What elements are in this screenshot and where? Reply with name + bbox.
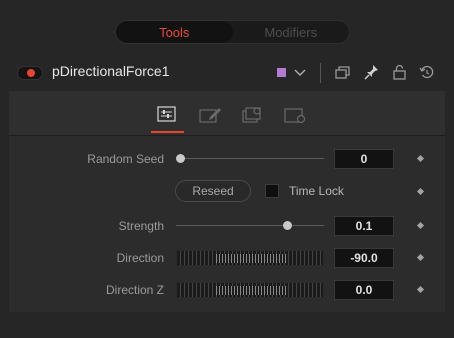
tool-enable-toggle[interactable] (17, 66, 43, 80)
strength-slider[interactable] (176, 225, 324, 226)
subtab-strip (9, 91, 445, 136)
random-seed-knob[interactable] (176, 154, 185, 163)
edit-icon[interactable] (198, 105, 224, 125)
random-seed-slider[interactable] (176, 158, 324, 159)
reset-icon[interactable] (418, 62, 436, 82)
controls-icon[interactable] (156, 105, 178, 123)
strength-label: Strength (118, 219, 164, 233)
reseed-button[interactable]: Reseed (175, 180, 251, 202)
header-divider (320, 63, 321, 83)
chevron-down-icon[interactable] (293, 62, 307, 82)
direction-field[interactable]: -90.0 (334, 248, 394, 268)
thumbwheel-ticks (214, 286, 288, 295)
settings-icon[interactable] (240, 105, 266, 125)
direction-z-field[interactable]: 0.0 (334, 280, 394, 300)
strength-knob[interactable] (283, 221, 292, 230)
pin-icon[interactable] (363, 62, 381, 82)
direction-z-thumbwheel[interactable] (176, 282, 324, 298)
direction-label: Direction (116, 251, 164, 265)
active-subtab-indicator (151, 131, 184, 133)
random-seed-label: Random Seed (87, 152, 164, 166)
copy-icon[interactable] (334, 62, 352, 82)
tool-color-swatch[interactable] (277, 68, 286, 77)
time-lock-label: Time Lock (289, 184, 344, 198)
time-lock-checkbox[interactable] (265, 184, 279, 198)
tab-tools[interactable]: Tools (116, 21, 233, 43)
enable-dot-icon (27, 69, 35, 77)
random-seed-field[interactable]: 0 (334, 149, 394, 169)
strength-field[interactable]: 0.1 (334, 216, 394, 236)
direction-z-label: Direction Z (105, 283, 164, 297)
lock-icon[interactable] (391, 62, 409, 82)
tab-modifiers[interactable]: Modifiers (233, 21, 350, 43)
render-icon[interactable] (282, 105, 308, 125)
direction-thumbwheel[interactable] (176, 250, 324, 266)
tool-name: pDirectionalForce1 (52, 63, 170, 79)
thumbwheel-ticks (214, 254, 288, 263)
inspector-tabs: Tools Modifiers (115, 20, 350, 44)
